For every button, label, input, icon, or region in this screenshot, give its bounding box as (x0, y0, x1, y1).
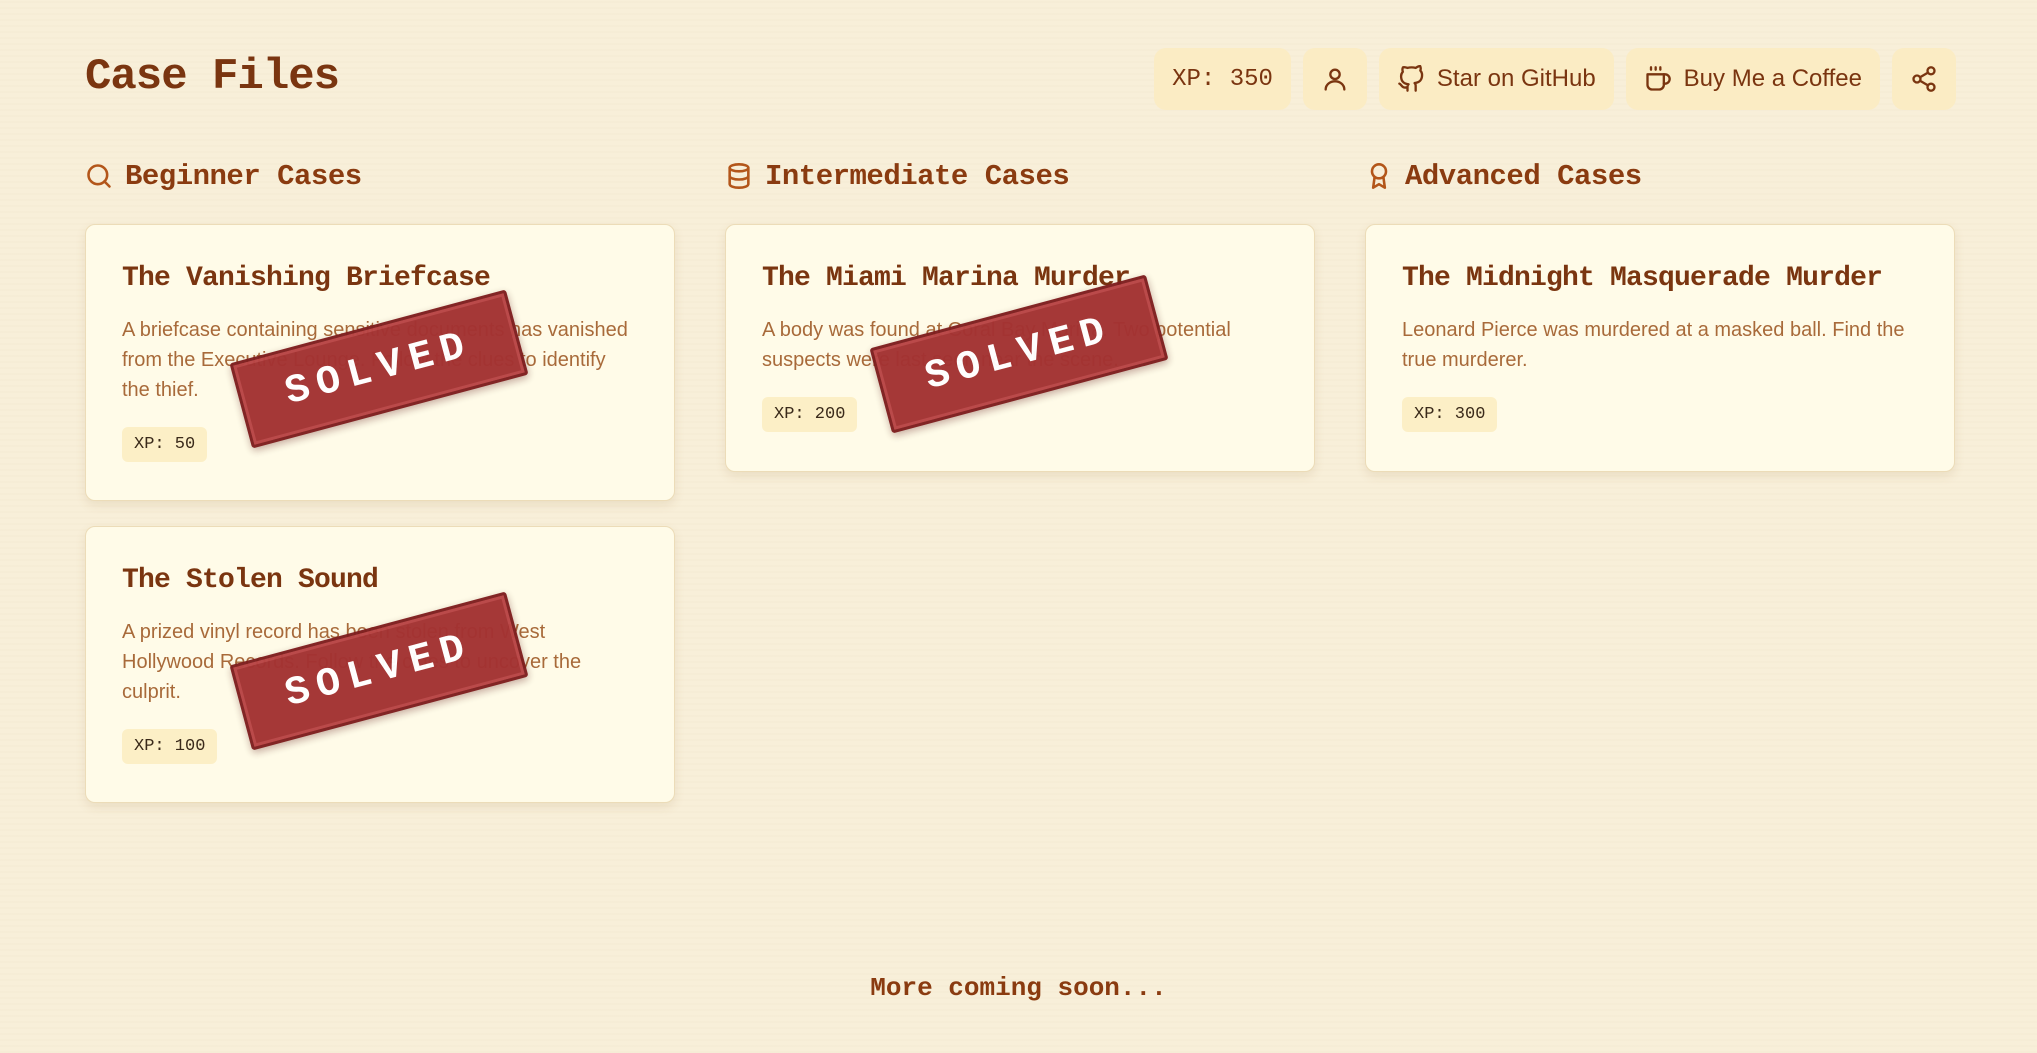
github-icon (1398, 65, 1424, 92)
case-card-midnight-masquerade-murder[interactable]: The Midnight Masquerade Murder Leonard P… (1365, 224, 1955, 472)
coming-soon-note: More coming soon... (870, 973, 1167, 1003)
intermediate-column: Intermediate Cases The Miami Marina Murd… (725, 156, 1315, 472)
advanced-heading: Advanced Cases (1365, 156, 1955, 196)
coffee-button-label: Buy Me a Coffee (1683, 65, 1862, 92)
beginner-column: Beginner Cases The Vanishing Briefcase A… (85, 156, 675, 803)
case-title: The Vanishing Briefcase (122, 263, 491, 294)
case-card-miami-marina-murder[interactable]: The Miami Marina Murder A body was found… (725, 224, 1315, 472)
case-title: The Midnight Masquerade Murder (1402, 263, 1883, 294)
case-xp-badge: XP: 50 (122, 427, 208, 462)
header: Case Files XP: 350 Star on GitHub Buy Me… (85, 48, 1956, 112)
case-title: The Stolen Sound (122, 565, 379, 596)
intermediate-title: Intermediate Cases (765, 159, 1070, 193)
profile-button[interactable] (1302, 48, 1367, 110)
coffee-cup-icon (1646, 66, 1671, 91)
case-xp-badge: XP: 200 (762, 397, 858, 432)
case-xp-badge: XP: 300 (1402, 397, 1498, 432)
advanced-column: Advanced Cases The Midnight Masquerade M… (1365, 156, 1955, 472)
solved-stamp: SOLVED (229, 591, 529, 751)
github-button[interactable]: Star on GitHub (1378, 48, 1614, 110)
award-icon (1370, 163, 1388, 189)
toolbar: XP: 350 Star on GitHub Buy Me a Coffee (1154, 48, 1956, 110)
page-title: Case Files (85, 52, 340, 102)
case-card-stolen-sound[interactable]: The Stolen Sound A prized vinyl record h… (85, 526, 675, 803)
solved-stamp: SOLVED (229, 289, 529, 449)
case-card-vanishing-briefcase[interactable]: The Vanishing Briefcase A briefcase cont… (85, 224, 675, 501)
share-button[interactable] (1892, 48, 1956, 110)
case-description: Leonard Pierce was murdered at a masked … (1402, 319, 1905, 371)
share-icon (1912, 66, 1936, 92)
beginner-heading: Beginner Cases (85, 156, 675, 196)
xp-counter: XP: 350 (1154, 48, 1291, 110)
database-icon (728, 163, 750, 189)
coffee-button[interactable]: Buy Me a Coffee (1625, 48, 1880, 110)
advanced-title: Advanced Cases (1405, 159, 1642, 193)
beginner-title: Beginner Cases (125, 159, 362, 193)
case-title: The Miami Marina Murder (762, 263, 1131, 294)
search-icon (87, 164, 111, 188)
intermediate-heading: Intermediate Cases (725, 156, 1315, 196)
case-xp-badge: XP: 100 (122, 729, 218, 764)
github-button-label: Star on GitHub (1436, 65, 1596, 92)
user-icon (1324, 68, 1346, 91)
